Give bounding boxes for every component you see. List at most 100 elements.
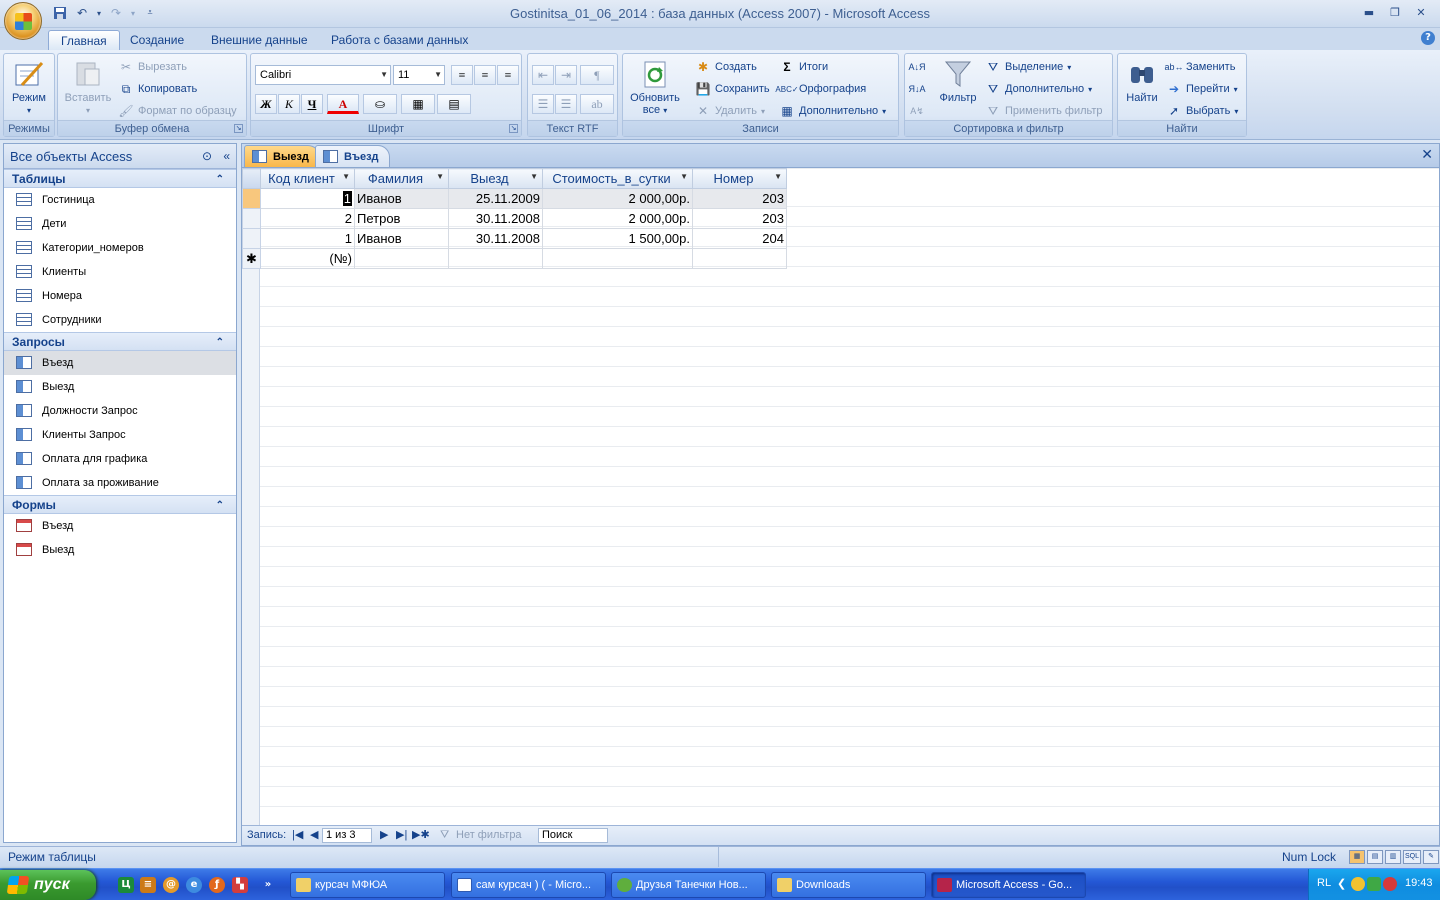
- nav-item-query[interactable]: Должности Запрос: [4, 399, 236, 423]
- quicklaunch-more-icon[interactable]: »: [260, 877, 276, 893]
- clear-sort-button[interactable]: A↯: [909, 102, 925, 120]
- table-cell[interactable]: [354, 248, 449, 269]
- select-button[interactable]: ➚ Выбрать ▾: [1166, 102, 1238, 120]
- taskbar-item-folder[interactable]: курсач МФЮА: [290, 872, 445, 898]
- paste-button[interactable]: Вставить ▾: [60, 58, 116, 116]
- table-cell[interactable]: (№): [260, 248, 355, 269]
- collapse-icon[interactable]: ⌃: [216, 496, 224, 515]
- delete-record-button[interactable]: ✕ Удалить ▾: [695, 102, 765, 120]
- sort-ascending-button[interactable]: A↓Я: [909, 58, 926, 76]
- bullets-button[interactable]: ☰: [555, 94, 577, 114]
- language-indicator[interactable]: RL: [1317, 877, 1331, 889]
- table-cell[interactable]: 2 000,00р.: [542, 208, 693, 229]
- datasheet-view-icon[interactable]: ▦: [1349, 850, 1365, 864]
- chevron-down-icon[interactable]: ▼: [774, 172, 782, 181]
- spelling-button[interactable]: ABC✓ Орфография: [775, 80, 866, 98]
- nav-item-query[interactable]: Оплата для графика: [4, 447, 236, 471]
- sql-view-icon[interactable]: SQL: [1403, 850, 1421, 864]
- tab-create[interactable]: Создание: [118, 30, 196, 50]
- table-row[interactable]: 1 Иванов 30.11.2008 1 500,00р. 204: [242, 228, 787, 249]
- table-cell[interactable]: 1: [260, 228, 355, 249]
- chevron-down-icon[interactable]: ▼: [530, 172, 538, 181]
- nav-item-table[interactable]: Категории_номеров: [4, 236, 236, 260]
- collapse-icon[interactable]: ⌃: [216, 170, 224, 189]
- column-header[interactable]: Фамилия ▼: [354, 168, 449, 189]
- shutter-close-icon[interactable]: «: [223, 144, 230, 169]
- align-right-button[interactable]: ≡: [497, 65, 519, 85]
- chevron-down-icon[interactable]: ▼: [680, 172, 688, 181]
- table-row[interactable]: 2 Петров 30.11.2008 2 000,00р. 203: [242, 208, 787, 229]
- doc-tab-exit[interactable]: Выезд: [244, 145, 320, 167]
- nav-item-form[interactable]: Въезд: [4, 514, 236, 538]
- highlight-button[interactable]: ab: [580, 94, 614, 114]
- quicklaunch-firefox-icon[interactable]: ƒ: [209, 877, 225, 893]
- table-cell[interactable]: 25.11.2009: [448, 188, 543, 209]
- new-record-button[interactable]: ✱ Создать: [695, 58, 757, 76]
- dialog-launcher-icon[interactable]: ↘: [509, 124, 518, 133]
- table-cell[interactable]: 30.11.2008: [448, 208, 543, 229]
- nav-item-table[interactable]: Дети: [4, 212, 236, 236]
- copy-button[interactable]: ⧉ Копировать: [118, 80, 198, 98]
- filter-button[interactable]: Фильтр: [935, 58, 981, 104]
- nav-item-query[interactable]: Клиенты Запрос: [4, 423, 236, 447]
- font-size-combo[interactable]: 11 ▼: [393, 65, 445, 85]
- tray-antivirus-icon[interactable]: [1367, 877, 1381, 891]
- nav-item-table[interactable]: Сотрудники: [4, 308, 236, 332]
- table-cell[interactable]: [448, 248, 543, 269]
- taskbar-item-downloads[interactable]: Downloads: [771, 872, 926, 898]
- pivot-table-view-icon[interactable]: ▤: [1367, 850, 1383, 864]
- help-icon[interactable]: ?: [1421, 31, 1435, 45]
- record-selector[interactable]: [242, 188, 261, 209]
- table-cell[interactable]: 30.11.2008: [448, 228, 543, 249]
- decrease-indent-button[interactable]: ⇤: [532, 65, 554, 85]
- nav-item-form[interactable]: Выезд: [4, 538, 236, 562]
- first-record-icon[interactable]: |◀: [292, 826, 303, 845]
- doc-tab-entry[interactable]: Въезд: [315, 145, 390, 167]
- nav-section-queries[interactable]: Запросы ⌃: [4, 332, 236, 351]
- close-icon[interactable]: ✕: [1410, 4, 1432, 20]
- replace-button[interactable]: ab↔ Заменить: [1165, 58, 1236, 76]
- increase-indent-button[interactable]: ⇥: [555, 65, 577, 85]
- taskbar-item-word[interactable]: сам курсач ) ( - Micro...: [451, 872, 606, 898]
- dialog-launcher-icon[interactable]: ↘: [234, 124, 243, 133]
- office-button[interactable]: [4, 2, 42, 40]
- nav-item-query[interactable]: Оплата за проживание: [4, 471, 236, 495]
- next-record-icon[interactable]: ▶: [380, 826, 388, 845]
- refresh-all-button[interactable]: Обновить все ▾: [625, 58, 685, 116]
- table-cell[interactable]: 2 000,00р.: [542, 188, 693, 209]
- clock[interactable]: 19:43: [1405, 877, 1433, 889]
- find-button[interactable]: Найти: [1120, 58, 1164, 104]
- save-record-button[interactable]: 💾 Сохранить: [695, 80, 770, 98]
- totals-button[interactable]: Σ Итоги: [779, 58, 828, 76]
- previous-record-icon[interactable]: ◀: [310, 826, 318, 845]
- paragraph-direction-button[interactable]: ¶: [580, 65, 614, 85]
- tab-external-data[interactable]: Внешние данные: [199, 30, 320, 50]
- quicklaunch-ie-icon[interactable]: e: [186, 877, 202, 893]
- new-record-icon[interactable]: ✱: [242, 248, 261, 269]
- italic-button[interactable]: К: [278, 94, 300, 114]
- goto-button[interactable]: ➔ Перейти ▾: [1166, 80, 1238, 98]
- align-center-button[interactable]: ≡: [474, 65, 496, 85]
- tray-expand-icon[interactable]: ❮: [1337, 877, 1346, 890]
- table-row[interactable]: 1 Иванов 25.11.2009 2 000,00р. 203: [242, 188, 787, 209]
- table-cell[interactable]: Иванов: [354, 188, 449, 209]
- quicklaunch-app-icon[interactable]: Ц: [118, 877, 134, 893]
- nav-item-table[interactable]: Клиенты: [4, 260, 236, 284]
- table-cell[interactable]: Иванов: [354, 228, 449, 249]
- search-input[interactable]: Поиск: [538, 828, 608, 843]
- table-cell[interactable]: 203: [692, 208, 787, 229]
- quicklaunch-paint-icon[interactable]: ▚: [232, 877, 248, 893]
- filter-status-icon[interactable]: ⛛: [440, 826, 449, 845]
- chevron-down-icon[interactable]: ▼: [436, 172, 444, 181]
- view-mode-button[interactable]: Режим ▾: [5, 58, 53, 116]
- nav-section-tables[interactable]: Таблицы ⌃: [4, 169, 236, 188]
- table-cell[interactable]: 1 500,00р.: [542, 228, 693, 249]
- gridlines-button[interactable]: ▦: [401, 94, 435, 114]
- tab-database-tools[interactable]: Работа с базами данных: [319, 30, 480, 50]
- tray-update-icon[interactable]: [1383, 877, 1397, 891]
- table-cell[interactable]: [692, 248, 787, 269]
- underline-button[interactable]: Ч: [301, 94, 323, 114]
- align-left-button[interactable]: ≡: [451, 65, 473, 85]
- bold-button[interactable]: Ж: [255, 94, 277, 114]
- select-all-corner[interactable]: [242, 168, 261, 189]
